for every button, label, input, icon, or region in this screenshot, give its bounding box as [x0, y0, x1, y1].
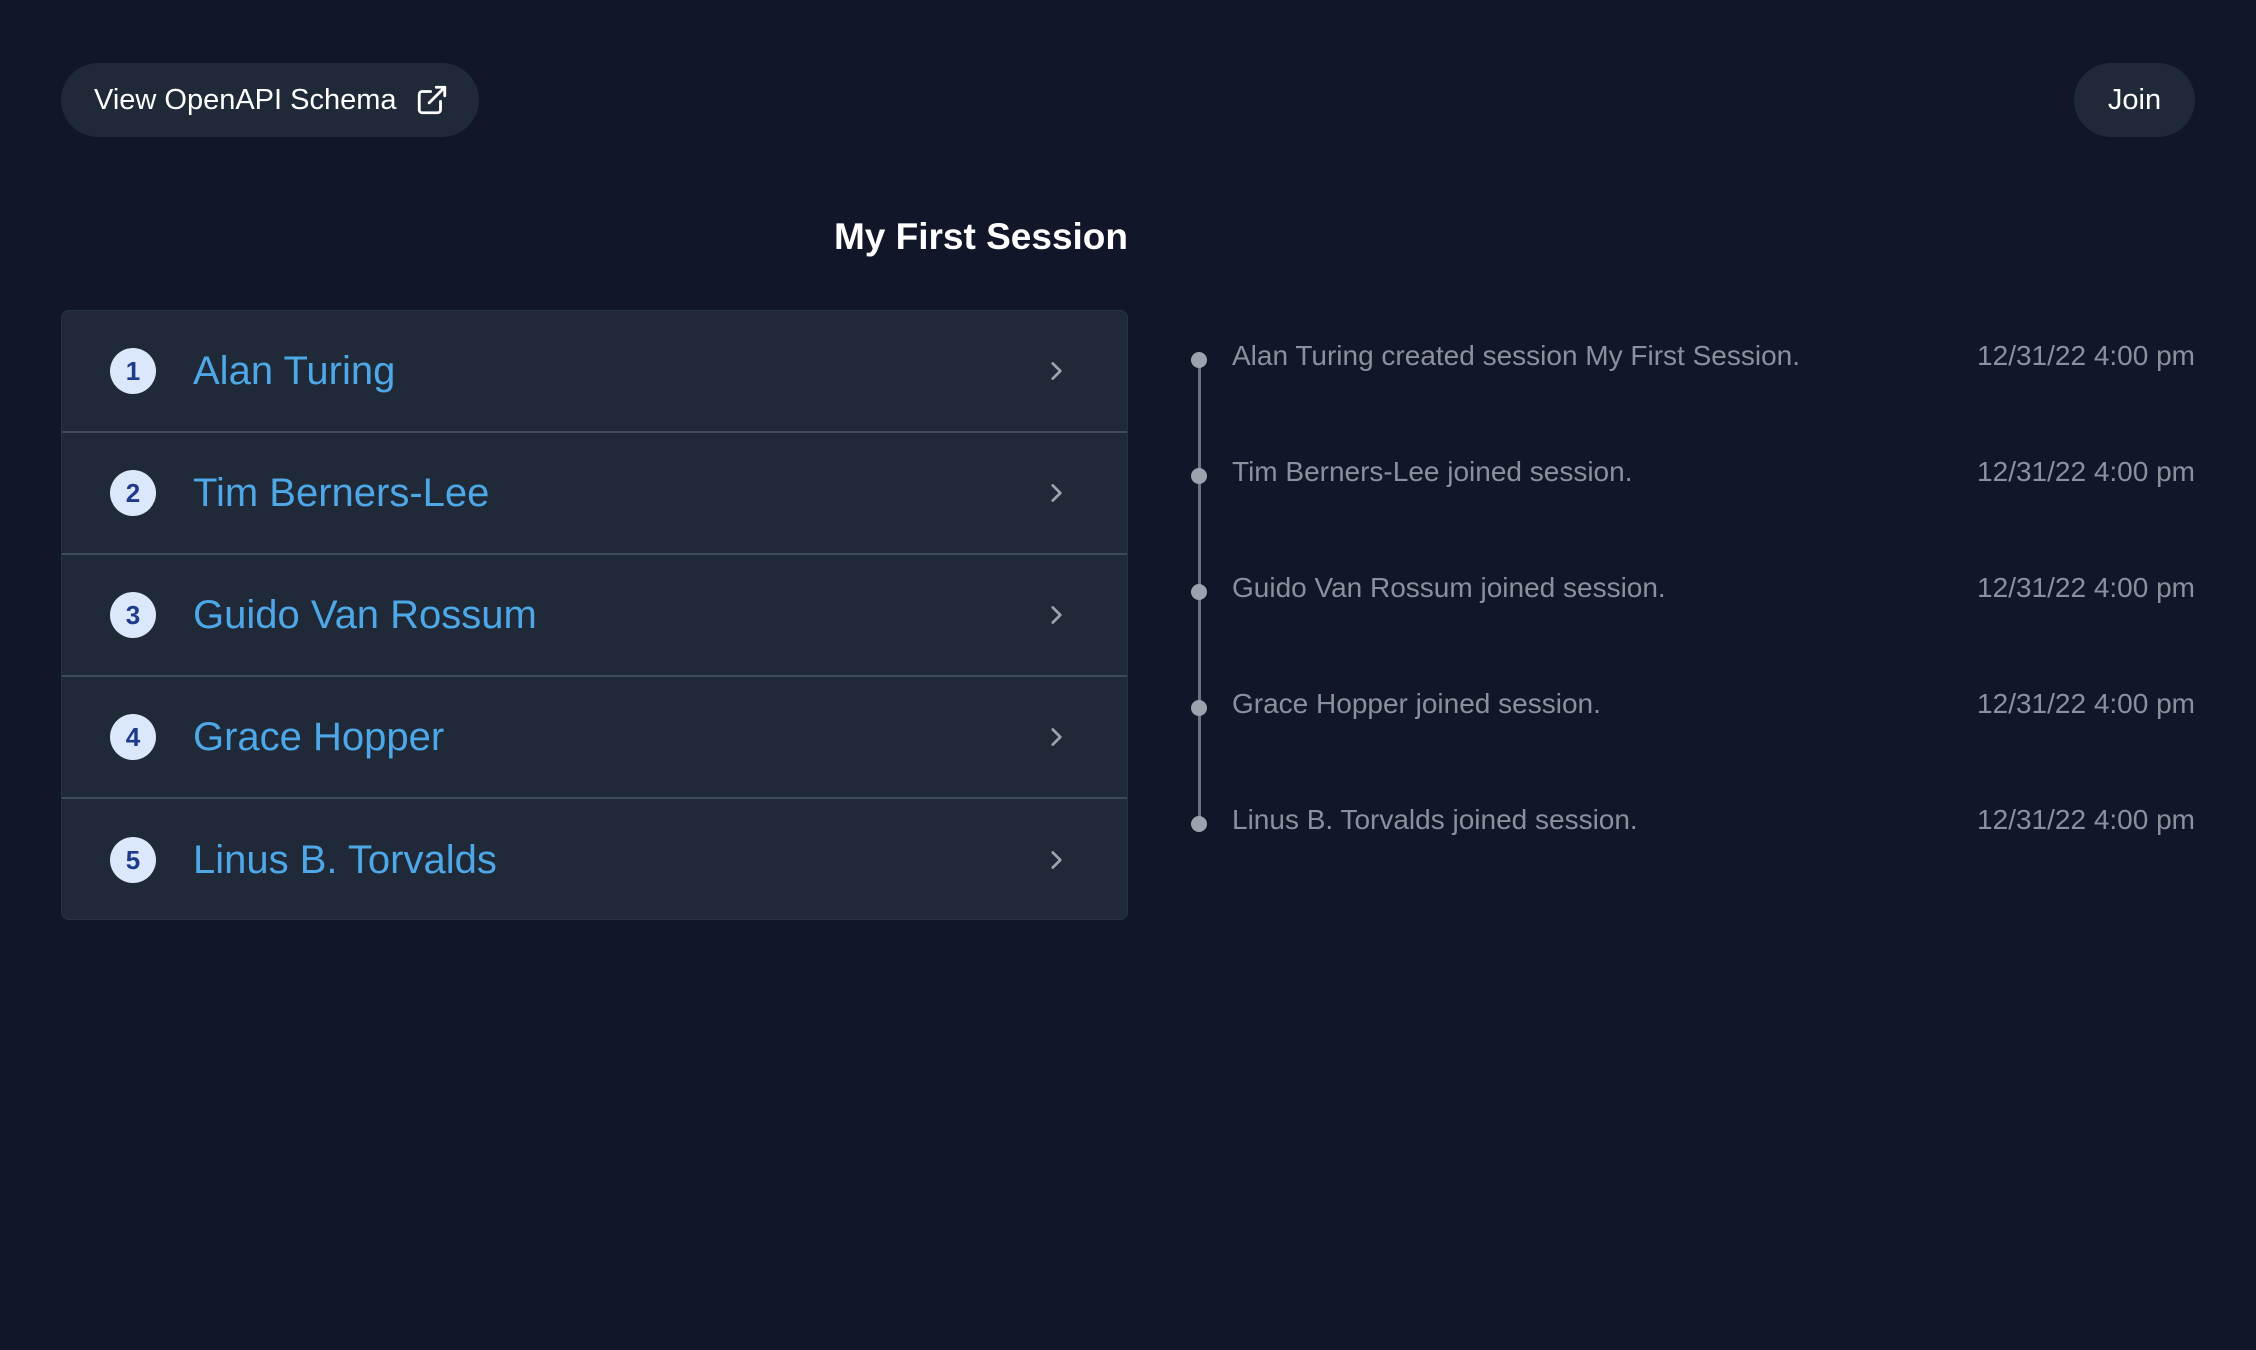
timeline-dot [1191, 468, 1207, 484]
event-text: Tim Berners-Lee joined session. [1232, 456, 1633, 487]
rank-badge: 5 [110, 837, 156, 883]
timeline-event: Guido Van Rossum joined session. 12/31/2… [1188, 554, 2195, 628]
event-time: 12/31/22 4:00 pm [1977, 456, 2195, 487]
participant-row[interactable]: 4 Grace Hopper [62, 677, 1127, 799]
participant-name: Linus B. Torvalds [193, 837, 497, 882]
participant-name: Tim Berners-Lee [193, 470, 490, 515]
chevron-right-icon [1043, 602, 1069, 628]
event-text: Grace Hopper joined session. [1232, 688, 1601, 719]
event-time: 12/31/22 4:00 pm [1977, 340, 2195, 371]
event-time: 12/31/22 4:00 pm [1977, 688, 2195, 719]
view-openapi-schema-button[interactable]: View OpenAPI Schema [61, 63, 479, 137]
timeline-event: Grace Hopper joined session. 12/31/22 4:… [1188, 670, 2195, 744]
timeline-event: Alan Turing created session My First Ses… [1188, 322, 2195, 396]
top-bar: View OpenAPI Schema Join [61, 63, 2195, 137]
participant-name: Alan Turing [193, 348, 396, 393]
rank-badge: 1 [110, 348, 156, 394]
participant-name: Grace Hopper [193, 714, 445, 759]
participant-name: Guido Van Rossum [193, 592, 537, 637]
participant-list: 1 Alan Turing 2 Tim Berners-Lee 3 Guido … [61, 310, 1128, 920]
rank-badge: 3 [110, 592, 156, 638]
chevron-right-icon [1043, 724, 1069, 750]
timeline-dot [1191, 352, 1207, 368]
join-button-label: Join [2107, 83, 2162, 116]
rank-badge: 2 [110, 470, 156, 516]
event-text: Linus B. Torvalds joined session. [1232, 804, 1638, 835]
event-time: 12/31/22 4:00 pm [1977, 804, 2195, 835]
join-button[interactable]: Join [2074, 63, 2195, 137]
participant-row[interactable]: 5 Linus B. Torvalds [62, 799, 1127, 919]
event-time: 12/31/22 4:00 pm [1977, 572, 2195, 603]
timeline-dot [1191, 816, 1207, 832]
session-title: My First Session [833, 216, 1128, 257]
chevron-right-icon [1043, 358, 1069, 384]
participant-row[interactable]: 1 Alan Turing [62, 311, 1127, 433]
timeline-dot [1191, 584, 1207, 600]
timeline-event: Tim Berners-Lee joined session. 12/31/22… [1188, 438, 2195, 512]
timeline-event: Linus B. Torvalds joined session. 12/31/… [1188, 786, 2195, 860]
external-link-icon [415, 83, 449, 117]
event-text: Guido Van Rossum joined session. [1232, 572, 1666, 603]
rank-badge: 4 [110, 714, 156, 760]
activity-timeline: Alan Turing created session My First Ses… [1188, 322, 2195, 842]
chevron-right-icon [1043, 847, 1069, 873]
participant-row[interactable]: 2 Tim Berners-Lee [62, 433, 1127, 555]
event-text: Alan Turing created session My First Ses… [1232, 340, 1801, 371]
timeline-dot [1191, 700, 1207, 716]
view-openapi-schema-label: View OpenAPI Schema [94, 83, 397, 116]
participant-row[interactable]: 3 Guido Van Rossum [62, 555, 1127, 677]
chevron-right-icon [1043, 480, 1069, 506]
